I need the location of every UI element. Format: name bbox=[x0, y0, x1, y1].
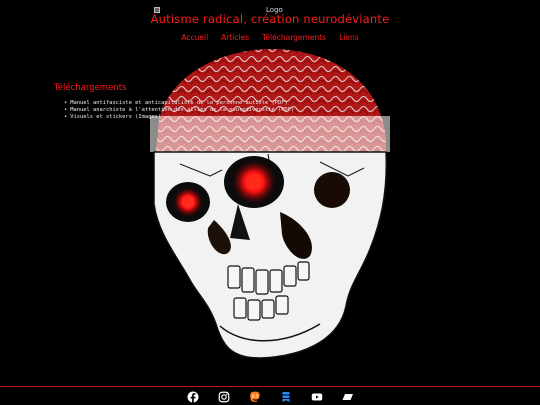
mastodon-icon bbox=[249, 391, 260, 402]
social-bar bbox=[0, 391, 540, 403]
ko-fi-icon bbox=[342, 394, 353, 400]
download-link-visuels-stickers[interactable]: Visuels et stickers (Images) bbox=[70, 114, 161, 120]
bluesky-icon bbox=[282, 392, 289, 402]
nav-link-telechargements[interactable]: Téléchargements bbox=[262, 33, 326, 42]
instagram-icon bbox=[218, 391, 229, 403]
nav-link-articles[interactable]: Articles bbox=[221, 33, 249, 42]
list-item: Visuels et stickers (Images) bbox=[64, 114, 294, 121]
site-title: Autisme radical, création neurodéviante bbox=[150, 12, 390, 26]
nav-link-liens[interactable]: Liens bbox=[339, 33, 359, 42]
instagram-link[interactable] bbox=[218, 391, 230, 403]
downloads-list: Manuel antifasciste et anticapitaliste d… bbox=[64, 100, 294, 121]
list-item: Manuel anarchiste à l'attention des alli… bbox=[64, 107, 294, 114]
ko-fi-link[interactable] bbox=[342, 391, 354, 403]
nav-link-accueil[interactable]: Accueil bbox=[181, 33, 208, 42]
list-item: Manuel antifasciste et anticapitaliste d… bbox=[64, 100, 294, 107]
download-link-manuel-anarchiste[interactable]: Manuel anarchiste à l'attention des alli… bbox=[70, 107, 294, 113]
mastodon-link[interactable] bbox=[249, 391, 261, 403]
bluesky-link[interactable] bbox=[280, 391, 292, 403]
footer bbox=[0, 386, 540, 405]
youtube-icon bbox=[311, 393, 322, 401]
facebook-icon bbox=[187, 391, 198, 403]
skull-illustration bbox=[150, 49, 390, 359]
main-nav: Accueil Articles Téléchargements Liens bbox=[0, 33, 540, 42]
facebook-link[interactable] bbox=[187, 391, 199, 403]
download-link-manuel-antifasciste[interactable]: Manuel antifasciste et anticapitaliste d… bbox=[70, 100, 287, 106]
section-title: Téléchargements bbox=[54, 83, 127, 93]
youtube-link[interactable] bbox=[311, 391, 323, 403]
